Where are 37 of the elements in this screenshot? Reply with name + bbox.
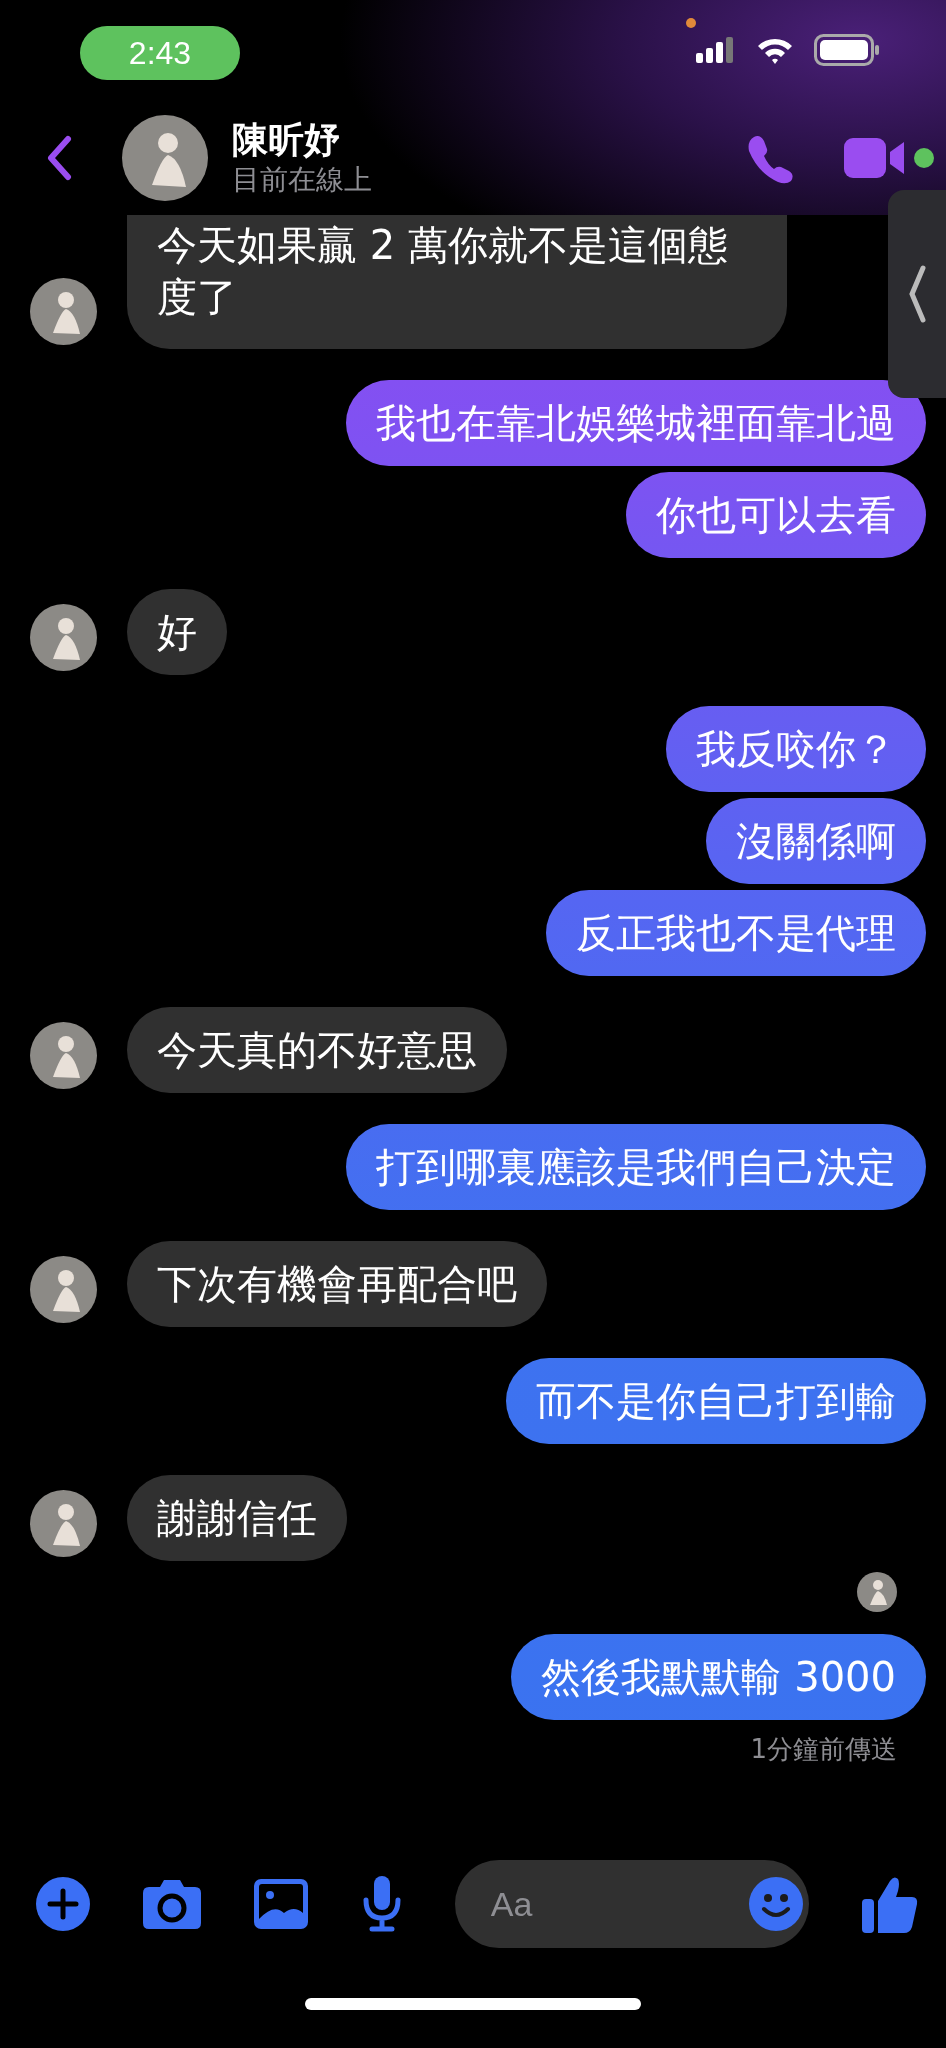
signal-icon — [696, 37, 736, 63]
wifi-icon — [756, 36, 794, 64]
message-bubble[interactable]: 反正我也不是代理 — [546, 890, 926, 976]
avatar[interactable] — [30, 1490, 97, 1557]
back-icon[interactable] — [46, 134, 72, 181]
avatar[interactable] — [30, 1256, 97, 1323]
message-input[interactable]: Aa — [454, 1860, 809, 1948]
avatar[interactable] — [30, 1022, 97, 1089]
status-time: 2:43 — [80, 26, 240, 80]
thumbs-up-icon[interactable] — [861, 1875, 918, 1933]
message-bubble[interactable]: 我也在靠北娛樂城裡面靠北過 — [346, 380, 926, 466]
image-icon[interactable] — [254, 1879, 309, 1929]
message-bubble[interactable]: 今天如果贏 2 萬你就不是這個態度了 — [127, 215, 787, 349]
message-bubble[interactable]: 而不是你自己打到輸 — [506, 1358, 926, 1444]
message-bubble[interactable]: 打到哪裏應該是我們自己決定 — [346, 1124, 926, 1210]
delivery-status: 1分鐘前傳送 — [750, 1733, 897, 1766]
avatar[interactable] — [122, 114, 208, 201]
add-icon[interactable] — [36, 1877, 90, 1931]
message-bubble[interactable]: 你也可以去看 — [626, 472, 926, 558]
avatar[interactable] — [30, 278, 97, 345]
camera-icon[interactable] — [143, 1879, 202, 1929]
side-handle[interactable] — [888, 190, 946, 398]
message-bubble[interactable]: 謝謝信任 — [127, 1475, 347, 1561]
chevron-icon — [908, 264, 926, 324]
message-bubble[interactable]: 今天真的不好意思 — [127, 1007, 507, 1093]
message-bubble[interactable]: 然後我默默輸 3000 — [511, 1634, 926, 1720]
indicator-dot — [686, 18, 696, 28]
emoji-icon[interactable] — [748, 1877, 803, 1931]
message-bubble[interactable]: 下次有機會再配合吧 — [127, 1241, 547, 1327]
microphone-icon[interactable] — [361, 1876, 402, 1932]
contact-status: 目前在線上 — [232, 161, 372, 198]
message-bubble[interactable]: 沒關係啊 — [706, 798, 926, 884]
message-bubble[interactable]: 我反咬你？ — [666, 706, 926, 792]
message-bubble[interactable]: 好 — [127, 589, 227, 675]
avatar[interactable] — [30, 604, 97, 671]
contact-name: 陳昕妤 — [232, 117, 341, 162]
battery-icon — [814, 34, 880, 66]
